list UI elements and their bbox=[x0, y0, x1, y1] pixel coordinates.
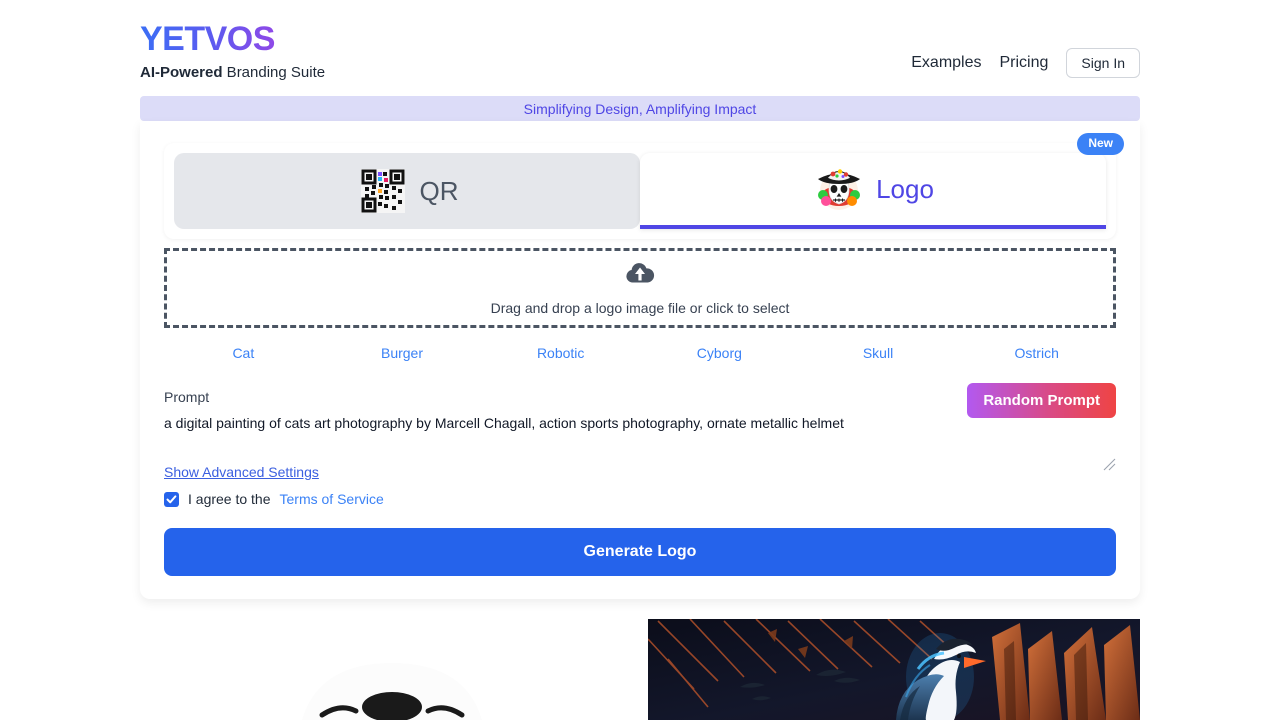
terms-text: I agree to the bbox=[188, 491, 271, 507]
quick-prompt-ostrich[interactable]: Ostrich bbox=[957, 345, 1116, 361]
brand-tagline-bold: AI-Powered bbox=[140, 63, 223, 81]
brand-logo: YETVOS bbox=[140, 21, 325, 58]
sign-in-button[interactable]: Sign In bbox=[1066, 48, 1140, 78]
example-gallery bbox=[140, 619, 1140, 720]
main-nav: Examples Pricing Sign In bbox=[911, 48, 1140, 78]
generate-logo-button[interactable]: Generate Logo bbox=[164, 528, 1116, 576]
nav-item-examples[interactable]: Examples bbox=[911, 54, 981, 72]
terms-checkbox[interactable] bbox=[164, 491, 179, 507]
prompt-label: Prompt bbox=[164, 389, 210, 405]
generator-card: QR Logo New Drag and drop a logo image f… bbox=[140, 121, 1140, 599]
app-page: YETVOS AI-Powered Branding Suite Example… bbox=[0, 0, 1280, 720]
tab-qr-label: QR bbox=[419, 175, 459, 206]
cloud-upload-icon bbox=[625, 261, 655, 290]
quick-prompt-burger[interactable]: Burger bbox=[323, 345, 482, 361]
tab-logo-label: Logo bbox=[876, 173, 934, 204]
show-advanced-settings-link[interactable]: Show Advanced Settings bbox=[164, 464, 319, 480]
mode-tabs: QR Logo New bbox=[164, 133, 1124, 239]
logo-upload-dropzone[interactable]: Drag and drop a logo image file or click… bbox=[164, 248, 1116, 328]
brand-block: YETVOS AI-Powered Branding Suite bbox=[140, 21, 325, 81]
quick-prompt-skull[interactable]: Skull bbox=[799, 345, 958, 361]
quick-prompt-cat[interactable]: Cat bbox=[164, 345, 323, 361]
terms-agreement-row: I agree to the Terms of Service bbox=[164, 491, 384, 507]
site-header: YETVOS AI-Powered Branding Suite Example… bbox=[140, 21, 1140, 94]
quick-prompt-cyborg[interactable]: Cyborg bbox=[640, 345, 799, 361]
brand-tagline-rest: Branding Suite bbox=[222, 63, 326, 81]
quick-prompt-robotic[interactable]: Robotic bbox=[481, 345, 640, 361]
tab-logo[interactable]: Logo New bbox=[640, 133, 1124, 229]
dropzone-label: Drag and drop a logo image file or click… bbox=[490, 299, 790, 316]
sugar-skull-logo-icon bbox=[812, 162, 866, 216]
tagline-banner-text: Simplifying Design, Amplifying Impact bbox=[523, 100, 757, 117]
tagline-banner: Simplifying Design, Amplifying Impact bbox=[140, 96, 1140, 121]
tab-qr[interactable]: QR bbox=[174, 153, 640, 229]
brand-tagline: AI-Powered Branding Suite bbox=[140, 64, 325, 81]
gallery-image-bird[interactable] bbox=[648, 619, 1140, 720]
gallery-image-sugar-skull[interactable] bbox=[152, 619, 632, 720]
nav-item-pricing[interactable]: Pricing bbox=[1000, 54, 1049, 72]
terms-of-service-link[interactable]: Terms of Service bbox=[280, 491, 384, 507]
status-badge-new: New bbox=[1077, 133, 1124, 155]
quick-prompt-row: Cat Burger Robotic Cyborg Skull Ostrich bbox=[164, 345, 1116, 361]
qr-code-icon bbox=[356, 164, 410, 218]
